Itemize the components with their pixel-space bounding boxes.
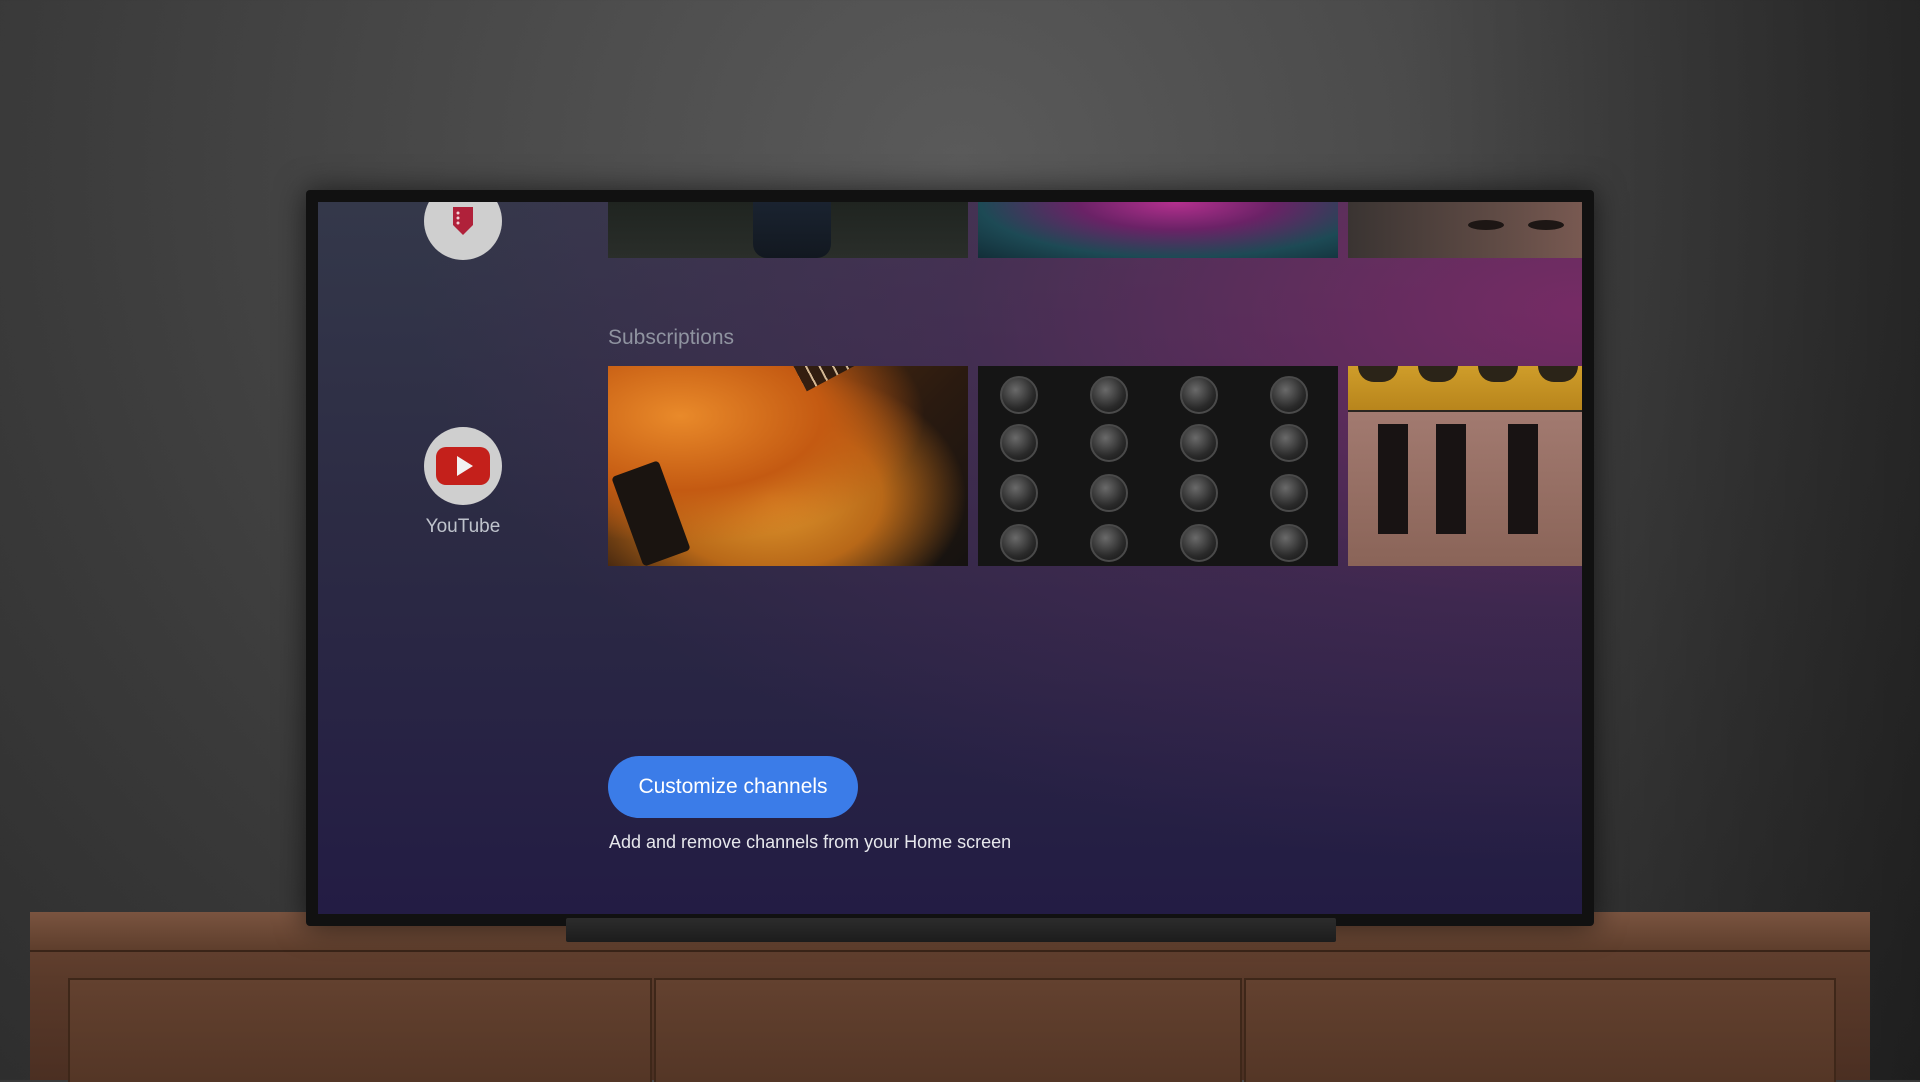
card-art <box>611 460 691 566</box>
film-ticket-icon <box>453 207 473 235</box>
card-art <box>1508 424 1538 534</box>
section-title-subscriptions: Subscriptions <box>608 326 735 349</box>
cabinet-door-right <box>1244 978 1836 1082</box>
card-art <box>1000 474 1038 512</box>
row-thumbnail[interactable] <box>978 202 1338 258</box>
card-art <box>1418 366 1458 382</box>
card-art <box>1000 424 1038 462</box>
play-movies-icon[interactable] <box>424 202 502 260</box>
card-art <box>1180 524 1218 562</box>
video-card[interactable] <box>608 366 968 566</box>
customize-channels-hint: Add and remove channels from your Home s… <box>609 832 1012 852</box>
card-art <box>1436 424 1466 534</box>
card-art <box>1090 474 1128 512</box>
row-thumbnail[interactable] <box>608 202 968 258</box>
thumbnail-detail <box>1528 220 1564 230</box>
thumbnail-figure <box>753 202 831 258</box>
video-card[interactable] <box>1348 366 1582 566</box>
play-icon <box>457 456 473 476</box>
card-art <box>1180 424 1218 462</box>
customize-channels-button[interactable]: Customize channels <box>608 756 858 818</box>
youtube-icon[interactable] <box>424 427 502 505</box>
card-art <box>1090 424 1128 462</box>
cabinet-door-left <box>68 978 652 1082</box>
card-art <box>1270 474 1308 512</box>
card-art <box>1000 376 1038 414</box>
card-art <box>1478 366 1518 382</box>
video-card[interactable] <box>978 366 1338 566</box>
card-art <box>1270 524 1308 562</box>
tv-screen: YouTube Subscriptions Customize channels <box>318 202 1582 914</box>
youtube-logo <box>436 447 490 485</box>
card-art <box>1090 376 1128 414</box>
card-art <box>1180 474 1218 512</box>
card-art <box>1180 376 1218 414</box>
card-art <box>788 366 968 392</box>
card-art <box>1270 376 1308 414</box>
card-art <box>1270 424 1308 462</box>
card-art <box>1090 524 1128 562</box>
card-art <box>1378 424 1408 534</box>
card-art <box>1538 366 1578 382</box>
card-art <box>1000 524 1038 562</box>
tv-stand <box>566 918 1336 942</box>
card-art <box>1358 366 1398 382</box>
row-thumbnail[interactable] <box>1348 202 1582 258</box>
youtube-label: YouTube <box>425 516 501 537</box>
thumbnail-detail <box>1468 220 1504 230</box>
cabinet-door-middle <box>654 978 1242 1082</box>
